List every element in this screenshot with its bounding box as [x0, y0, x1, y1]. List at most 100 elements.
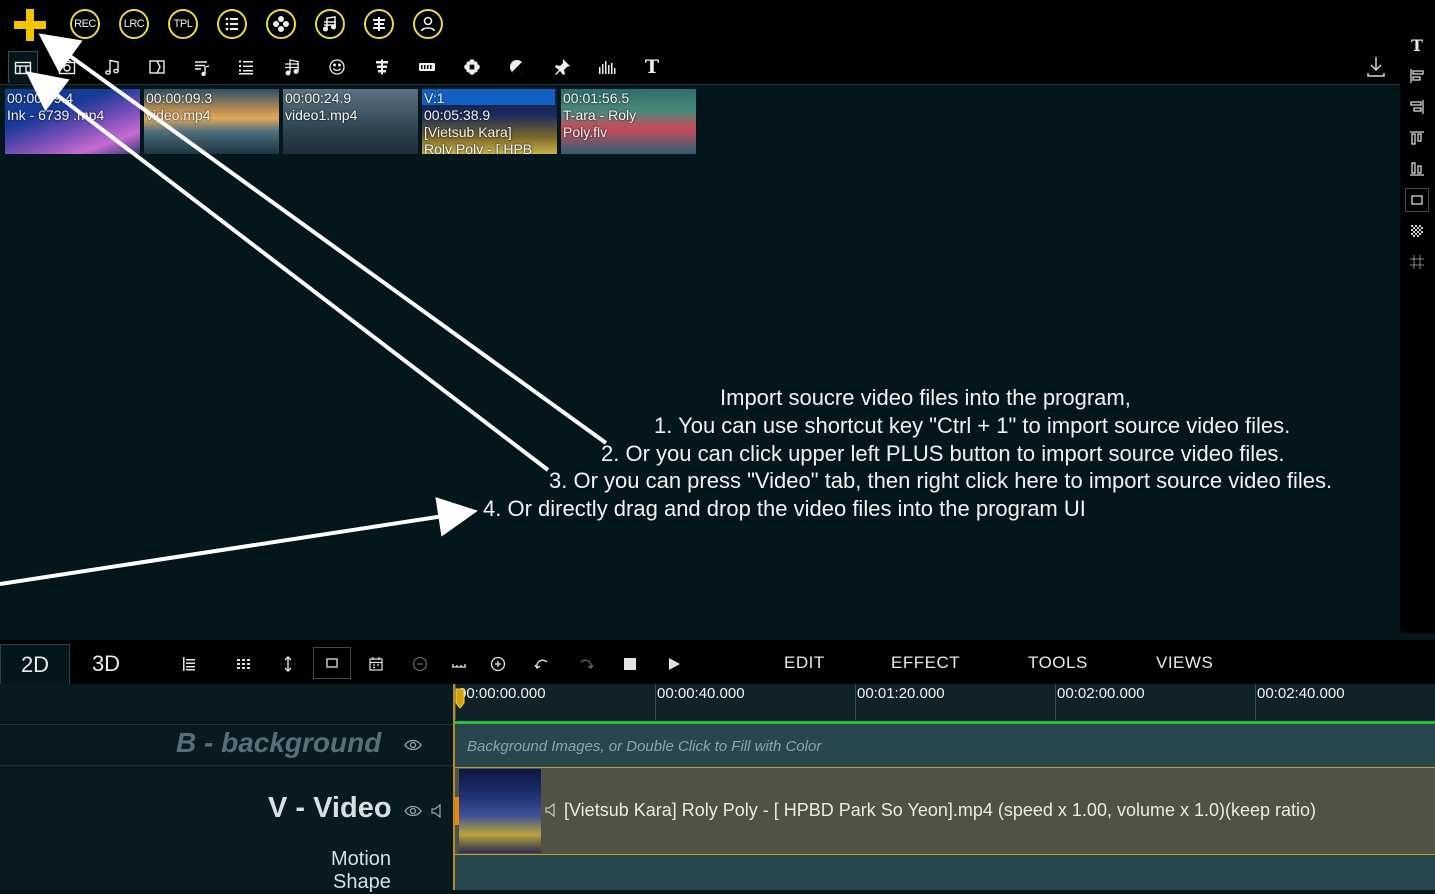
- tab-color[interactable]: [502, 53, 532, 81]
- media-item[interactable]: 00:00:09.4 Ink - 6739 .mp4: [5, 89, 140, 154]
- align-top-button[interactable]: [1405, 126, 1429, 150]
- plus-circle-icon: [490, 656, 506, 672]
- align-bottom-icon: [1410, 162, 1424, 176]
- mode-3d-tab[interactable]: 3D: [76, 644, 136, 684]
- effects-button[interactable]: [266, 9, 296, 39]
- timeline-toolbar: [0, 640, 1435, 684]
- play-button[interactable]: [661, 652, 687, 676]
- tab-effects[interactable]: [457, 53, 487, 81]
- music-note-icon: [322, 16, 337, 32]
- background-track[interactable]: Background Images, or Double Click to Fi…: [455, 724, 1435, 767]
- pin-icon: [555, 59, 570, 75]
- subtitle-button[interactable]: [364, 9, 394, 39]
- add-media-plus-button[interactable]: [13, 8, 47, 42]
- grid-view-button[interactable]: [231, 652, 257, 676]
- frame-select-button[interactable]: [313, 647, 351, 679]
- music-note-icon: [105, 59, 119, 75]
- menu-edit[interactable]: EDIT: [784, 653, 825, 673]
- playhead[interactable]: [455, 688, 475, 714]
- fit-width-button[interactable]: [446, 652, 472, 676]
- list-icon: [225, 17, 238, 31]
- tab-list[interactable]: [231, 53, 261, 81]
- align-right-button[interactable]: [1405, 95, 1429, 119]
- tab-pin[interactable]: [547, 53, 577, 81]
- download-icon[interactable]: [1366, 56, 1386, 78]
- undo-icon: [534, 659, 548, 669]
- lyrics-icon: [195, 61, 210, 76]
- music-button[interactable]: [315, 9, 345, 39]
- align-bottom-button[interactable]: [1405, 157, 1429, 181]
- align-right-icon: [1410, 100, 1424, 114]
- grid-dots-icon: [1411, 225, 1423, 237]
- ruler-tick-label: 00:02:40.000: [1257, 685, 1345, 702]
- tab-transitions[interactable]: [142, 53, 172, 81]
- motion-sub-label: Motion: [331, 848, 392, 870]
- tab-timeline-bar[interactable]: [412, 53, 442, 81]
- tab-subtitle[interactable]: [367, 53, 397, 81]
- equalizer-icon: [599, 61, 616, 74]
- mode-2d-tab[interactable]: 2D: [0, 644, 70, 684]
- calendar-button[interactable]: [363, 652, 389, 676]
- minus-circle-icon: [412, 656, 428, 672]
- eye-icon[interactable]: [404, 804, 422, 818]
- shape-sub-label: Shape: [333, 871, 391, 893]
- media-library-panel[interactable]: [0, 84, 1400, 634]
- list-button[interactable]: [217, 9, 247, 39]
- stop-button[interactable]: [617, 652, 643, 676]
- motion-track[interactable]: [455, 855, 1435, 890]
- media-item[interactable]: 00:01:56.5 T-ara - Roly Poly.flv: [561, 89, 696, 154]
- align-left-icon: [1410, 69, 1424, 83]
- user-account-button[interactable]: [413, 9, 443, 39]
- speaker-icon[interactable]: [545, 802, 559, 818]
- ruler-tick-label: 00:02:00.000: [1057, 685, 1145, 702]
- tab-lyrics[interactable]: [187, 53, 217, 81]
- video-track-label: V - Video: [268, 792, 392, 824]
- menu-effect[interactable]: EFFECT: [891, 653, 960, 673]
- tab-audio[interactable]: [97, 53, 127, 81]
- track-list-icon: [183, 657, 195, 671]
- tab-text[interactable]: T: [637, 53, 667, 81]
- text-align-icon: [376, 59, 388, 75]
- track-list-button[interactable]: [176, 652, 202, 676]
- tab-music[interactable]: [277, 53, 307, 81]
- grid-button[interactable]: [1405, 250, 1429, 274]
- align-left-button[interactable]: [1405, 64, 1429, 88]
- media-item[interactable]: 00:00:24.9 video1.mp4: [283, 89, 418, 154]
- zoom-in-button[interactable]: [485, 652, 511, 676]
- tab-emoji[interactable]: [322, 53, 352, 81]
- menu-tools[interactable]: TOOLS: [1028, 653, 1088, 673]
- frame-icon: [326, 658, 338, 668]
- smiley-icon: [329, 59, 345, 75]
- grid-dense-button[interactable]: [1405, 219, 1429, 243]
- video-clip-label: [Vietsub Kara] Roly Poly - [ HPBD Park S…: [564, 800, 1317, 820]
- menu-views[interactable]: VIEWS: [1156, 653, 1213, 673]
- video-tab-icon: [14, 61, 32, 74]
- text-tool-button[interactable]: T: [1405, 33, 1429, 57]
- zoom-out-button[interactable]: [407, 652, 433, 676]
- ruler-icon: [452, 664, 466, 668]
- undo-button[interactable]: [529, 652, 555, 676]
- tab-audio-levels[interactable]: [592, 53, 622, 81]
- media-item[interactable]: V:1 00:05:38.9 [Vietsub Kara] Roly Poly …: [422, 89, 557, 154]
- flower-icon: [464, 59, 480, 75]
- tab-video[interactable]: [8, 51, 38, 83]
- timeline-left-border: [453, 684, 455, 890]
- play-icon: [669, 658, 680, 670]
- lyrics-button[interactable]: LRC: [119, 9, 149, 39]
- frame-button[interactable]: [1405, 188, 1429, 212]
- calendar-icon: [369, 657, 383, 671]
- main-toolbar: [0, 0, 1435, 50]
- tab-camera[interactable]: [52, 53, 82, 81]
- vertical-resize-button[interactable]: [275, 652, 301, 676]
- user-icon: [420, 16, 436, 32]
- media-item[interactable]: 00:00:09.3 video.mp4: [144, 89, 279, 154]
- redo-icon: [580, 659, 594, 669]
- eye-icon[interactable]: [404, 738, 422, 752]
- ruler-tick-label: 00:00:40.000: [657, 685, 745, 702]
- ruler-tick-label: 00:01:20.000: [857, 685, 945, 702]
- import-instructions: Import soucre video files into the progr…: [483, 385, 1333, 522]
- speaker-icon[interactable]: [431, 803, 445, 819]
- template-button[interactable]: TPL: [168, 9, 198, 39]
- redo-button[interactable]: [573, 652, 599, 676]
- record-button[interactable]: REC: [70, 9, 100, 39]
